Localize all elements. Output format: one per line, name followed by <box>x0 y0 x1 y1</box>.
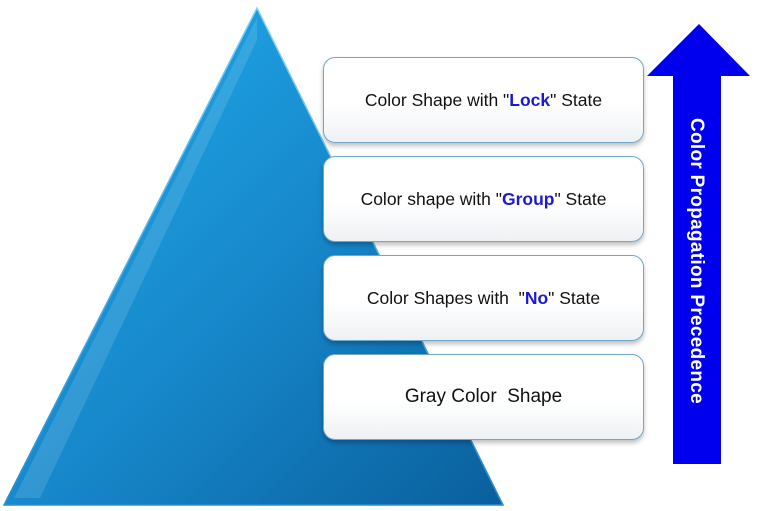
level-no-text-after: " State <box>548 287 601 308</box>
level-group-box: Color shape with " Group " State <box>323 156 644 242</box>
precedence-diagram: Color Shape with " Lock " State Color shap… <box>0 0 760 511</box>
level-lock-text-after: " State <box>550 89 603 110</box>
level-gray-box: Gray Color Shape <box>323 354 644 440</box>
arrow-label: Color Propagation Precedence <box>686 117 707 405</box>
level-group-text-after: " State <box>554 188 607 209</box>
level-gray-text: Gray Color Shape <box>404 386 563 407</box>
level-no-text-before: Color Shapes with " <box>366 287 525 308</box>
level-lock-box: Color Shape with " Lock " State <box>323 57 644 143</box>
level-lock-highlight: Lock <box>509 89 551 110</box>
level-no-highlight: No <box>524 287 549 308</box>
level-lock-text-before: Color Shape with " <box>364 89 510 110</box>
level-group-highlight: Group <box>501 188 555 209</box>
level-no-box: Color Shapes with " No " State <box>323 255 644 341</box>
level-group-text-before: Color shape with " <box>360 188 502 209</box>
